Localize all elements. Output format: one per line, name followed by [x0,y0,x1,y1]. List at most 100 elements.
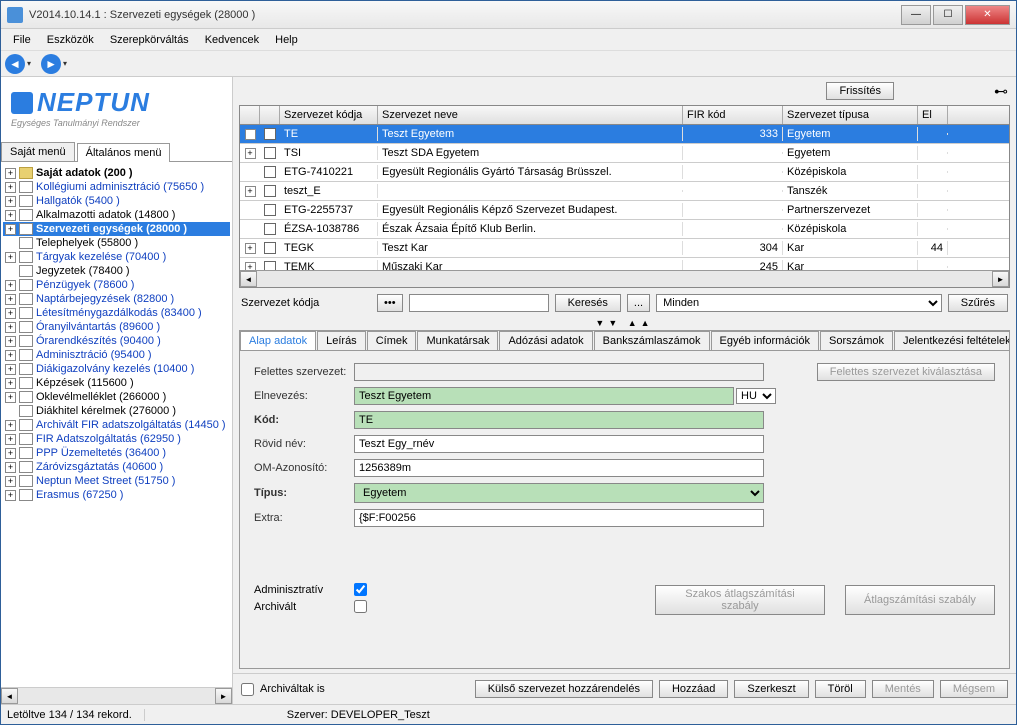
table-row[interactable]: +TEMKMűszaki Kar245Kar [240,258,1009,270]
detail-tab[interactable]: Bankszámlaszámok [594,331,710,350]
search-input[interactable] [409,294,549,312]
tree-item[interactable]: +Diákigazolvány kezelés (10400 ) [3,362,230,376]
tree-item[interactable]: +Óranyilvántartás (89600 ) [3,320,230,334]
cancel-button[interactable]: Mégsem [940,680,1008,698]
tree-item[interactable]: +Záróvizsgáztatás (40600 ) [3,460,230,474]
row-checkbox[interactable] [264,128,276,140]
archived-checkbox[interactable] [354,600,367,613]
refresh-button[interactable]: Frissítés [826,82,894,100]
lang-select[interactable]: HU [736,388,776,404]
col-type[interactable]: Szervezet típusa [783,106,918,124]
grid-scroll-left-icon[interactable]: ◄ [240,271,257,287]
expand-icon[interactable]: + [5,224,16,235]
maximize-button[interactable]: ☐ [933,5,963,25]
row-expand-icon[interactable]: + [245,186,256,197]
expand-icon[interactable]: + [5,420,16,431]
grid-scroll-right-icon[interactable]: ► [992,271,1009,287]
tree-item[interactable]: +Kollégiumi adminisztráció (75650 ) [3,180,230,194]
collapse-toggle[interactable]: ▼▼ ▲▲ [233,318,1016,328]
assign-button[interactable]: Külső szervezet hozzárendelés [475,680,653,698]
detail-tab[interactable]: Leírás [317,331,366,350]
tree-item[interactable]: Diákhitel kérelmek (276000 ) [3,404,230,418]
expand-icon[interactable]: + [5,210,16,221]
detail-tab[interactable]: Sorszámok [820,331,893,350]
grid-checkall[interactable] [260,106,280,124]
expand-icon[interactable]: + [5,476,16,487]
menu-help[interactable]: Help [267,32,306,48]
expand-icon[interactable]: + [5,322,16,333]
tree-item[interactable]: +Erasmus (67250 ) [3,488,230,502]
nav-back-button[interactable]: ◄ [5,54,25,74]
row-expand-icon[interactable]: + [245,262,256,271]
col-name[interactable]: Szervezet neve [378,106,683,124]
minimize-button[interactable]: — [901,5,931,25]
row-checkbox[interactable] [264,242,276,254]
search-button[interactable]: Keresés [555,294,621,312]
pin-icon[interactable]: ⊷ [994,83,1008,100]
spec-avg-rule-button[interactable]: Szakos átlagszámítási szabály [655,585,825,615]
expand-icon[interactable]: + [5,392,16,403]
tree-item[interactable]: +Alkalmazotti adatok (14800 ) [3,208,230,222]
expand-icon[interactable]: + [5,448,16,459]
short-field[interactable] [354,435,764,453]
expand-icon[interactable]: + [5,294,16,305]
detail-tab[interactable]: Egyéb információk [711,331,820,350]
scroll-right-icon[interactable]: ► [215,688,232,704]
code-field[interactable] [354,411,764,429]
table-row[interactable]: -TETeszt Egyetem333Egyetem [240,125,1009,144]
detail-tab[interactable]: Munkatársak [417,331,498,350]
show-archived-checkbox[interactable] [241,683,254,696]
sidebar-tab-own[interactable]: Saját menü [1,142,75,161]
row-expand-icon[interactable]: + [245,243,256,254]
table-row[interactable]: +TEGKTeszt Kar304Kar44 [240,239,1009,258]
expand-icon[interactable]: + [5,308,16,319]
row-checkbox[interactable] [264,261,276,270]
nav-back-dropdown[interactable]: ▾ [27,59,31,68]
detail-tab[interactable]: Alap adatok [240,331,316,350]
add-button[interactable]: Hozzáad [659,680,728,698]
tree-item[interactable]: +PPP Üzemeltetés (36400 ) [3,446,230,460]
tree-item[interactable]: +Archivált FIR adatszolgáltatás (14450 ) [3,418,230,432]
tree-item[interactable]: +Szervezeti egységek (28000 ) [3,222,230,236]
table-row[interactable]: ÉZSA-1038786Észak Ázsaia Építő Klub Berl… [240,220,1009,239]
expand-icon[interactable]: + [5,378,16,389]
row-checkbox[interactable] [264,204,276,216]
tree-item[interactable]: +Neptun Meet Street (51750 ) [3,474,230,488]
tree-item[interactable]: +Tárgyak kezelése (70400 ) [3,250,230,264]
nav-tree[interactable]: +Saját adatok (200 )+Kollégiumi adminisz… [1,162,232,687]
detail-tab[interactable]: Címek [367,331,417,350]
filter-select[interactable]: Minden [656,294,942,312]
tree-item[interactable]: +Adminisztráció (95400 ) [3,348,230,362]
type-select[interactable]: Egyetem [354,483,764,503]
save-button[interactable]: Mentés [872,680,934,698]
tree-item[interactable]: Telephelyek (55800 ) [3,236,230,250]
menu-file[interactable]: File [5,32,39,48]
nav-forward-button[interactable]: ► [41,54,61,74]
tree-item[interactable]: +Pénzügyek (78600 ) [3,278,230,292]
delete-button[interactable]: Töröl [815,680,866,698]
expand-icon[interactable]: + [5,462,16,473]
browse-button[interactable]: ... [627,294,650,312]
expand-icon[interactable]: + [5,182,16,193]
expand-icon[interactable]: + [5,434,16,445]
sidebar-tab-general[interactable]: Általános menü [77,143,171,162]
menu-tools[interactable]: Eszközök [39,32,102,48]
row-checkbox[interactable] [264,185,276,197]
tree-item[interactable]: +Órarendkészítés (90400 ) [3,334,230,348]
close-button[interactable]: ✕ [965,5,1010,25]
row-expand-icon[interactable]: - [245,129,256,140]
row-checkbox[interactable] [264,147,276,159]
col-code[interactable]: Szervezet kódja [280,106,378,124]
expand-icon[interactable]: + [5,168,16,179]
row-expand-icon[interactable]: + [245,148,256,159]
avg-rule-button[interactable]: Átlagszámítási szabály [845,585,995,615]
detail-tab[interactable]: Jelentkezési feltételek [894,331,1010,350]
row-checkbox[interactable] [264,166,276,178]
detail-tab[interactable]: Adózási adatok [499,331,592,350]
expand-icon[interactable]: + [5,490,16,501]
table-row[interactable]: +teszt_ETanszék [240,182,1009,201]
expand-icon[interactable]: + [5,280,16,291]
filter-button[interactable]: Szűrés [948,294,1008,312]
col-e[interactable]: El [918,106,948,124]
parent-select-button[interactable]: Felettes szervezet kiválasztása [817,363,995,381]
